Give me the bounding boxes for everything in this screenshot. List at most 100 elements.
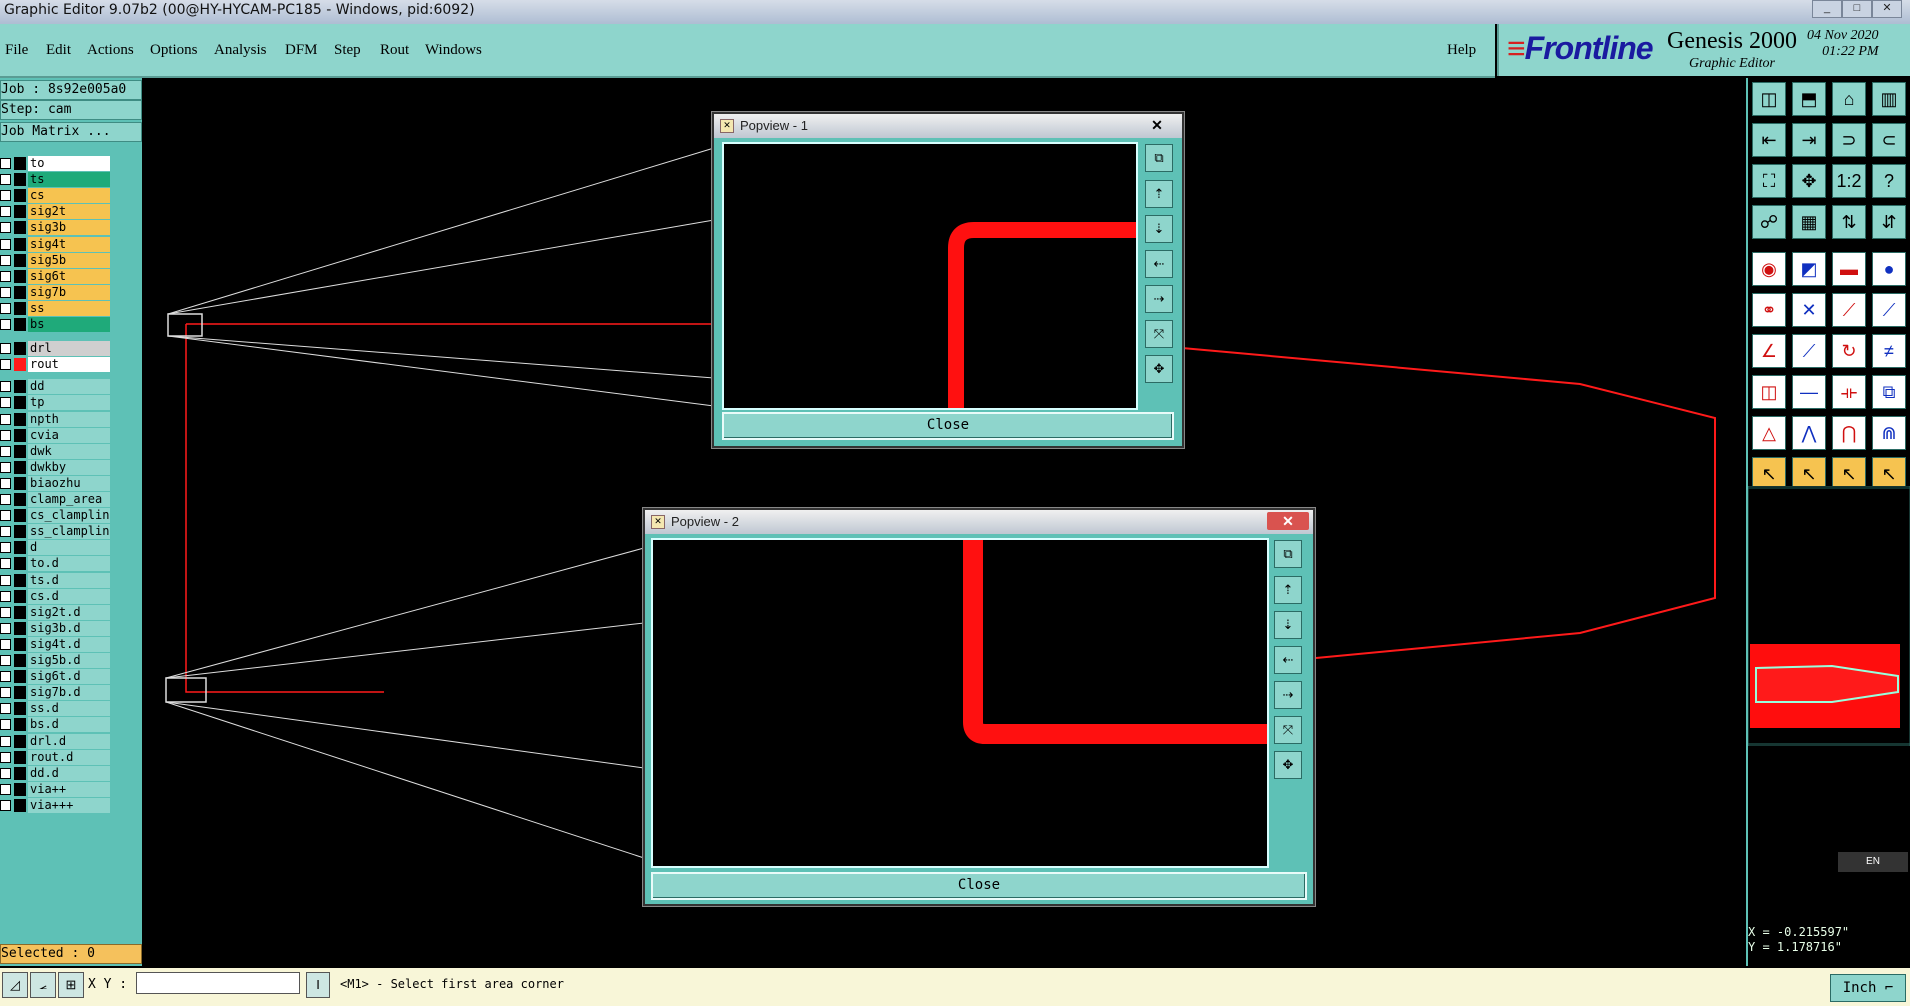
align-icon[interactable]: ⟛ <box>1832 375 1866 409</box>
layer-up-icon[interactable]: ◫ <box>1752 82 1786 116</box>
layer-name[interactable]: sig2t.d <box>28 604 110 620</box>
line-c-icon[interactable]: ⟋ <box>1792 334 1826 368</box>
layer-checkbox[interactable] <box>0 735 11 747</box>
layer-row[interactable]: sig7b.d <box>0 685 114 701</box>
menu-analysis[interactable]: Analysis <box>214 42 267 59</box>
grid-icon[interactable]: ⊞ <box>58 972 84 998</box>
layer-row[interactable]: sig6t.d <box>0 669 114 685</box>
layer-name[interactable]: to <box>28 156 110 171</box>
fillet-icon[interactable]: ⋒ <box>1872 416 1906 450</box>
layer-name[interactable]: npth <box>28 411 110 427</box>
layer-checkbox[interactable] <box>0 461 11 473</box>
popview-zoom-in-icon[interactable]: ⤧ <box>1274 716 1302 744</box>
layer-checkbox[interactable] <box>0 574 11 586</box>
layer-name[interactable]: sig3b <box>28 220 110 236</box>
layer-name[interactable]: ss_clamplin <box>28 524 110 540</box>
layer-checkbox[interactable] <box>0 542 11 554</box>
layer-row[interactable]: rout.d <box>0 749 114 765</box>
layer-checkbox[interactable] <box>0 606 11 618</box>
grid-icon[interactable]: ▦ <box>1792 205 1826 239</box>
layer-name[interactable]: ss <box>28 300 110 316</box>
layer-row[interactable]: drl <box>0 341 114 357</box>
layer-checkbox[interactable] <box>0 359 11 371</box>
menu-dfm[interactable]: DFM <box>285 42 318 59</box>
layer-checkbox[interactable] <box>0 671 11 683</box>
layer-name[interactable]: sig4t.d <box>28 636 110 652</box>
layer-checkbox[interactable] <box>0 319 11 330</box>
ime-indicator[interactable]: EN <box>1838 852 1908 872</box>
layer-checkbox[interactable] <box>0 206 11 218</box>
layer-name[interactable]: dd <box>28 379 110 395</box>
minimize-button[interactable]: _ <box>1812 0 1842 18</box>
layer-checkbox[interactable] <box>0 526 11 538</box>
triangle-icon[interactable]: △ <box>1752 416 1786 450</box>
layer-checkbox[interactable] <box>0 302 11 314</box>
scale-icon[interactable]: 1:2 <box>1832 164 1866 198</box>
popview-pan-right-icon[interactable]: ⇢ <box>1274 681 1302 709</box>
properties-icon[interactable]: ☍ <box>1752 205 1786 239</box>
layer-checkbox[interactable] <box>0 494 11 505</box>
layer-name[interactable]: sig4t <box>28 236 110 252</box>
angle-icon[interactable]: ∠ <box>1752 334 1786 368</box>
layer-checkbox[interactable] <box>0 174 11 186</box>
zoom-all-icon[interactable]: ⛶ <box>1752 164 1786 198</box>
layer-row[interactable]: sig3b <box>0 220 114 236</box>
layer-name[interactable]: sig6t <box>28 268 110 284</box>
layer-checkbox[interactable] <box>0 286 11 298</box>
layer-checkbox[interactable] <box>0 622 11 634</box>
home-icon[interactable]: ⌂ <box>1832 82 1866 116</box>
layer-name[interactable]: rout.d <box>28 749 110 765</box>
layer-name[interactable]: ss.d <box>28 701 110 717</box>
layer-name[interactable]: bs <box>28 317 110 332</box>
maximize-button[interactable]: □ <box>1842 0 1872 18</box>
polygon-icon[interactable]: ◩ <box>1792 252 1826 286</box>
layer-checkbox[interactable] <box>0 238 11 250</box>
layer-row[interactable]: tp <box>0 395 114 411</box>
popview-pan-down-icon[interactable]: ⇣ <box>1274 611 1302 639</box>
layer-row[interactable]: to <box>0 156 114 171</box>
layer-row[interactable]: via+++ <box>0 797 114 813</box>
menu-options[interactable]: Options <box>150 42 198 59</box>
corner-icon[interactable]: ◫ <box>1752 375 1786 409</box>
expand-icon[interactable]: ⊂ <box>1872 123 1906 157</box>
layer-checkbox[interactable] <box>0 510 11 522</box>
layer-name[interactable]: sig7b.d <box>28 685 110 701</box>
layer-name[interactable]: ts <box>28 172 110 188</box>
layer-row[interactable]: biaozhu <box>0 475 114 491</box>
layer-name[interactable]: drl.d <box>28 733 110 749</box>
layer-checkbox[interactable] <box>0 751 11 763</box>
close-window-button[interactable]: ✕ <box>1872 0 1902 18</box>
layer-name[interactable]: cvia <box>28 427 110 443</box>
popview-pan-up-icon[interactable]: ⇡ <box>1274 576 1302 604</box>
slot-icon[interactable]: ▬ <box>1832 252 1866 286</box>
pad-icon[interactable]: ◉ <box>1752 252 1786 286</box>
layer-name[interactable]: cs.d <box>28 588 110 604</box>
popview-1-close-button[interactable]: Close <box>722 412 1174 440</box>
layer-name[interactable]: dwkby <box>28 459 110 475</box>
line-a-icon[interactable]: ⟋ <box>1832 293 1866 327</box>
layer-row[interactable]: sig4t.d <box>0 636 114 652</box>
layer-row[interactable]: cs.d <box>0 588 114 604</box>
layer-row[interactable]: sig2t <box>0 204 114 220</box>
split-line-icon[interactable]: ≠ <box>1872 334 1906 368</box>
layer-name[interactable]: sig2t <box>28 204 110 220</box>
popview-2-canvas[interactable] <box>651 538 1269 868</box>
menu-step[interactable]: Step <box>334 42 361 59</box>
layer-name[interactable]: d <box>28 540 110 556</box>
menu-actions[interactable]: Actions <box>87 42 134 59</box>
popview-zoom-in-icon[interactable]: ⤧ <box>1145 320 1173 348</box>
popview-zoom-out-icon[interactable]: ✥ <box>1274 751 1302 779</box>
layer-name[interactable]: biaozhu <box>28 475 110 491</box>
delete-icon[interactable]: ✕ <box>1792 293 1826 327</box>
peak-icon[interactable]: ⋀ <box>1792 416 1826 450</box>
layer-row[interactable]: sig7b <box>0 284 114 300</box>
layer-name[interactable]: sig5b.d <box>28 653 110 668</box>
layer-checkbox[interactable] <box>0 558 11 570</box>
layer-row[interactable]: ss <box>0 300 114 316</box>
layer-checkbox[interactable] <box>0 397 11 409</box>
popview-pan-left-icon[interactable]: ⇠ <box>1274 646 1302 674</box>
layer-checkbox[interactable] <box>0 687 11 699</box>
layer-name[interactable]: dwk <box>28 443 110 459</box>
popview-2-close-button[interactable]: Close <box>651 872 1307 900</box>
layer-checkbox[interactable] <box>0 343 11 355</box>
